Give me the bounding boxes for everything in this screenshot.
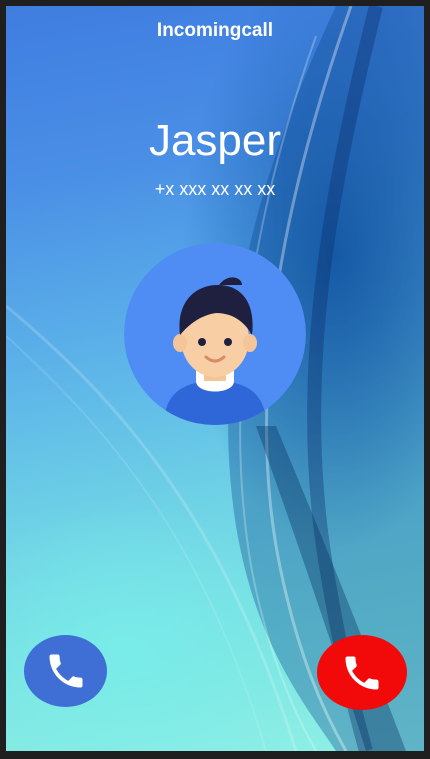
person-avatar-icon [124,243,306,425]
phone-hangup-icon [345,656,379,689]
caller-name: Jasper [148,116,282,165]
answer-button[interactable] [24,635,107,707]
page-title: Incomingcall [156,20,274,41]
decline-button[interactable] [317,635,407,710]
caller-number: +x xxx xx xx xx [154,179,276,199]
incoming-call-screen: Incomingcall Jasper +x xxx xx xx xx [6,6,424,751]
avatar [124,243,306,425]
phone-icon [49,654,82,688]
